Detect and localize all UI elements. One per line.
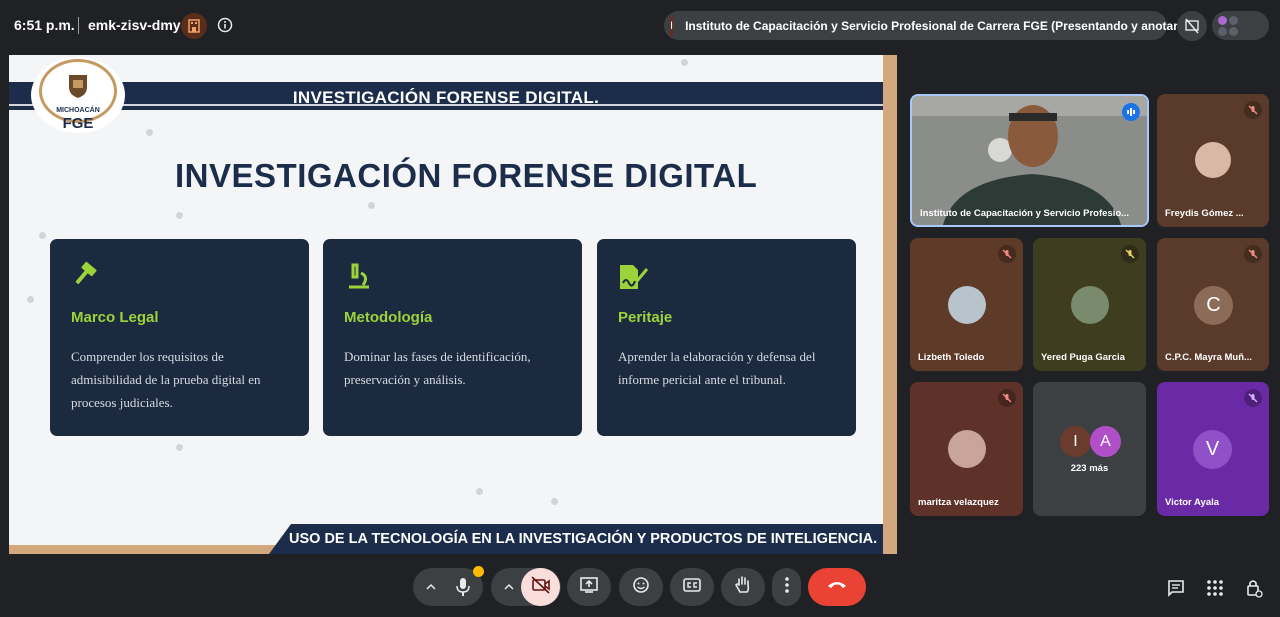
mic-off-icon: [998, 245, 1016, 263]
hide-presentation-icon[interactable]: [1177, 11, 1207, 41]
presenting-label: Instituto de Capacitación y Servicio Pro…: [685, 18, 1200, 33]
activities-icon[interactable]: [1204, 577, 1226, 599]
card-peritaje: Peritaje Aprender la elaboración y defen…: [597, 239, 856, 436]
meeting-code: emk-zisv-dmy: [88, 17, 181, 33]
participant-tile-presenter[interactable]: Instituto de Capacitación y Servicio Pro…: [910, 94, 1149, 227]
reactions-button[interactable]: [619, 568, 663, 606]
others-tile[interactable]: I A 223 más: [1033, 382, 1146, 516]
info-icon[interactable]: [217, 17, 233, 33]
chevron-up-icon[interactable]: [425, 580, 437, 598]
card-description: Aprender la elaboración y defensa del in…: [618, 349, 816, 387]
card-description: Comprender los requisitos de admisibilid…: [71, 349, 261, 410]
fge-logo: MICHOACÁN FGE: [31, 57, 125, 133]
card-title: Metodología: [344, 309, 433, 326]
card-title: Marco Legal: [71, 309, 159, 326]
signed-document-icon: [617, 261, 649, 293]
gavel-icon: [70, 261, 102, 293]
shared-presentation: INVESTIGACIÓN FORENSE DIGITAL. MICHOACÁN…: [9, 55, 897, 554]
hand-icon: [734, 575, 752, 600]
self-view-avatars[interactable]: [1212, 11, 1269, 40]
participant-tile[interactable]: C C.P.C. Mayra Muñ...: [1157, 238, 1269, 371]
participant-avatar: V: [1193, 430, 1232, 469]
card-marco-legal: Marco Legal Comprender los requisitos de…: [50, 239, 309, 436]
chat-icon[interactable]: [1165, 577, 1187, 599]
participant-tile[interactable]: Yered Puga Garcia: [1033, 238, 1146, 371]
participant-avatar: [1071, 286, 1109, 324]
divider: [78, 17, 79, 34]
end-call-icon: [826, 578, 848, 596]
banner-title: INVESTIGACIÓN FORENSE DIGITAL.: [292, 88, 600, 107]
chevron-up-icon[interactable]: [503, 580, 515, 598]
presenter-avatar: I: [670, 15, 674, 36]
mic-off-icon: [1244, 101, 1262, 119]
participant-name: Instituto de Capacitación y Servicio Pro…: [920, 208, 1130, 219]
camera-off-icon: [530, 575, 551, 599]
participant-avatar: I: [1060, 426, 1091, 457]
participant-avatar: [1195, 142, 1231, 178]
participant-avatar: C: [1194, 286, 1233, 325]
participant-avatar: [948, 286, 986, 324]
participant-tile[interactable]: maritza velazquez: [910, 382, 1023, 516]
leave-call-button[interactable]: [808, 568, 866, 606]
participant-name: Yered Puga Garcia: [1041, 352, 1125, 363]
slide-heading: INVESTIGACIÓN FORENSE DIGITAL: [175, 157, 758, 194]
logo-title: FGE: [62, 115, 94, 132]
presenting-indicator[interactable]: I Instituto de Capacitación y Servicio P…: [664, 11, 1199, 40]
participant-name: Lizbeth Toledo: [918, 352, 985, 363]
participant-avatar: [948, 430, 986, 468]
participant-tile[interactable]: Lizbeth Toledo: [910, 238, 1023, 371]
logo-subtitle: MICHOACÁN: [56, 107, 100, 114]
mic-off-icon: [1244, 389, 1262, 407]
others-count: 223 más: [1070, 463, 1109, 474]
microscope-icon: [343, 261, 375, 293]
participant-name: C.P.C. Mayra Muñ...: [1165, 352, 1252, 363]
speaking-indicator-icon: [1122, 103, 1140, 121]
card-description: Dominar las fases de identificación, pre…: [344, 349, 531, 387]
mic-off-icon: [1244, 245, 1262, 263]
building-icon[interactable]: [181, 13, 207, 39]
participant-name: maritza velazquez: [918, 497, 999, 508]
participant-name: Victor Ayala: [1165, 497, 1220, 508]
mic-off-icon: [998, 389, 1016, 407]
more-options-button[interactable]: [772, 568, 801, 606]
host-controls-icon[interactable]: [1243, 577, 1265, 599]
raise-hand-button[interactable]: [721, 568, 765, 606]
slide-footer: USO DE LA TECNOLOGÍA EN LA INVESTIGACIÓN…: [289, 531, 878, 547]
slide-bottom-accent: [9, 545, 309, 554]
more-vertical-icon: [784, 576, 790, 599]
participant-tile[interactable]: Freydis Gómez ...: [1157, 94, 1269, 227]
slide-edge-accent: [883, 55, 897, 554]
present-screen-icon: [579, 576, 599, 599]
present-button[interactable]: [567, 568, 611, 606]
top-bar: 6:51 p.m. emk-zisv-dmy I Instituto de Ca…: [0, 0, 1280, 52]
captions-button[interactable]: [670, 568, 714, 606]
camera-off-button[interactable]: [521, 568, 560, 606]
mic-off-icon: [1121, 245, 1139, 263]
card-title: Peritaje: [618, 309, 673, 326]
participant-avatar: A: [1090, 426, 1121, 457]
microphone-icon[interactable]: [455, 577, 471, 602]
card-metodologia: Metodología Dominar las fases de identif…: [323, 239, 582, 436]
warning-icon: [473, 566, 484, 577]
microphone-control[interactable]: [413, 566, 484, 606]
clock: 6:51 p.m.: [14, 17, 75, 33]
participant-tile[interactable]: V Victor Ayala: [1157, 382, 1269, 516]
closed-captions-icon: [682, 577, 702, 598]
participant-name: Freydis Gómez ...: [1165, 208, 1244, 219]
emoji-icon: [632, 576, 650, 599]
